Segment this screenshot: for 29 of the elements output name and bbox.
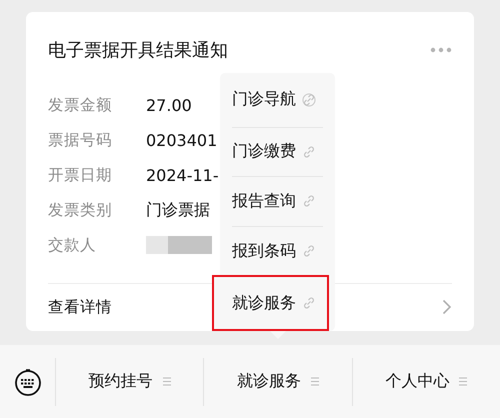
menu-tab[interactable]: 就诊服务 — [204, 371, 352, 392]
popup-pointer-icon — [270, 331, 286, 339]
chevron-right-icon — [442, 299, 452, 316]
keyboard-icon[interactable] — [14, 366, 42, 396]
link-icon — [302, 92, 316, 107]
menu-icon — [310, 377, 319, 386]
field-value: 2024-11- — [146, 166, 219, 185]
field-label: 发票金额 — [48, 94, 113, 116]
card-title: 电子票据开具结果通知 — [48, 38, 228, 62]
field-label: 发票类别 — [48, 200, 113, 221]
field-value: 0203401 — [146, 130, 218, 150]
link-icon — [302, 296, 316, 310]
details-link[interactable]: 查看详情 — [48, 296, 112, 318]
menu-item[interactable]: 报告查询 — [232, 176, 323, 226]
menu-icon — [162, 377, 171, 386]
field-value: 27.00 — [146, 96, 192, 115]
field-label: 票据号码 — [48, 130, 113, 151]
link-icon — [302, 144, 316, 159]
menu-tab[interactable]: 个人中心 — [352, 371, 500, 392]
field-value: 门诊票据 — [146, 200, 210, 221]
field-label: 交款人 — [48, 234, 97, 256]
link-icon — [302, 244, 316, 258]
menu-item[interactable]: 门诊导航 — [232, 73, 323, 127]
menu-tab[interactable]: 预约挂号 — [56, 371, 204, 392]
menu-item[interactable]: 门诊缴费 — [232, 126, 323, 176]
field-label: 开票日期 — [48, 164, 113, 186]
menu-icon — [459, 377, 468, 386]
menu-item[interactable]: 就诊服务 — [212, 275, 329, 331]
link-icon — [302, 194, 316, 208]
